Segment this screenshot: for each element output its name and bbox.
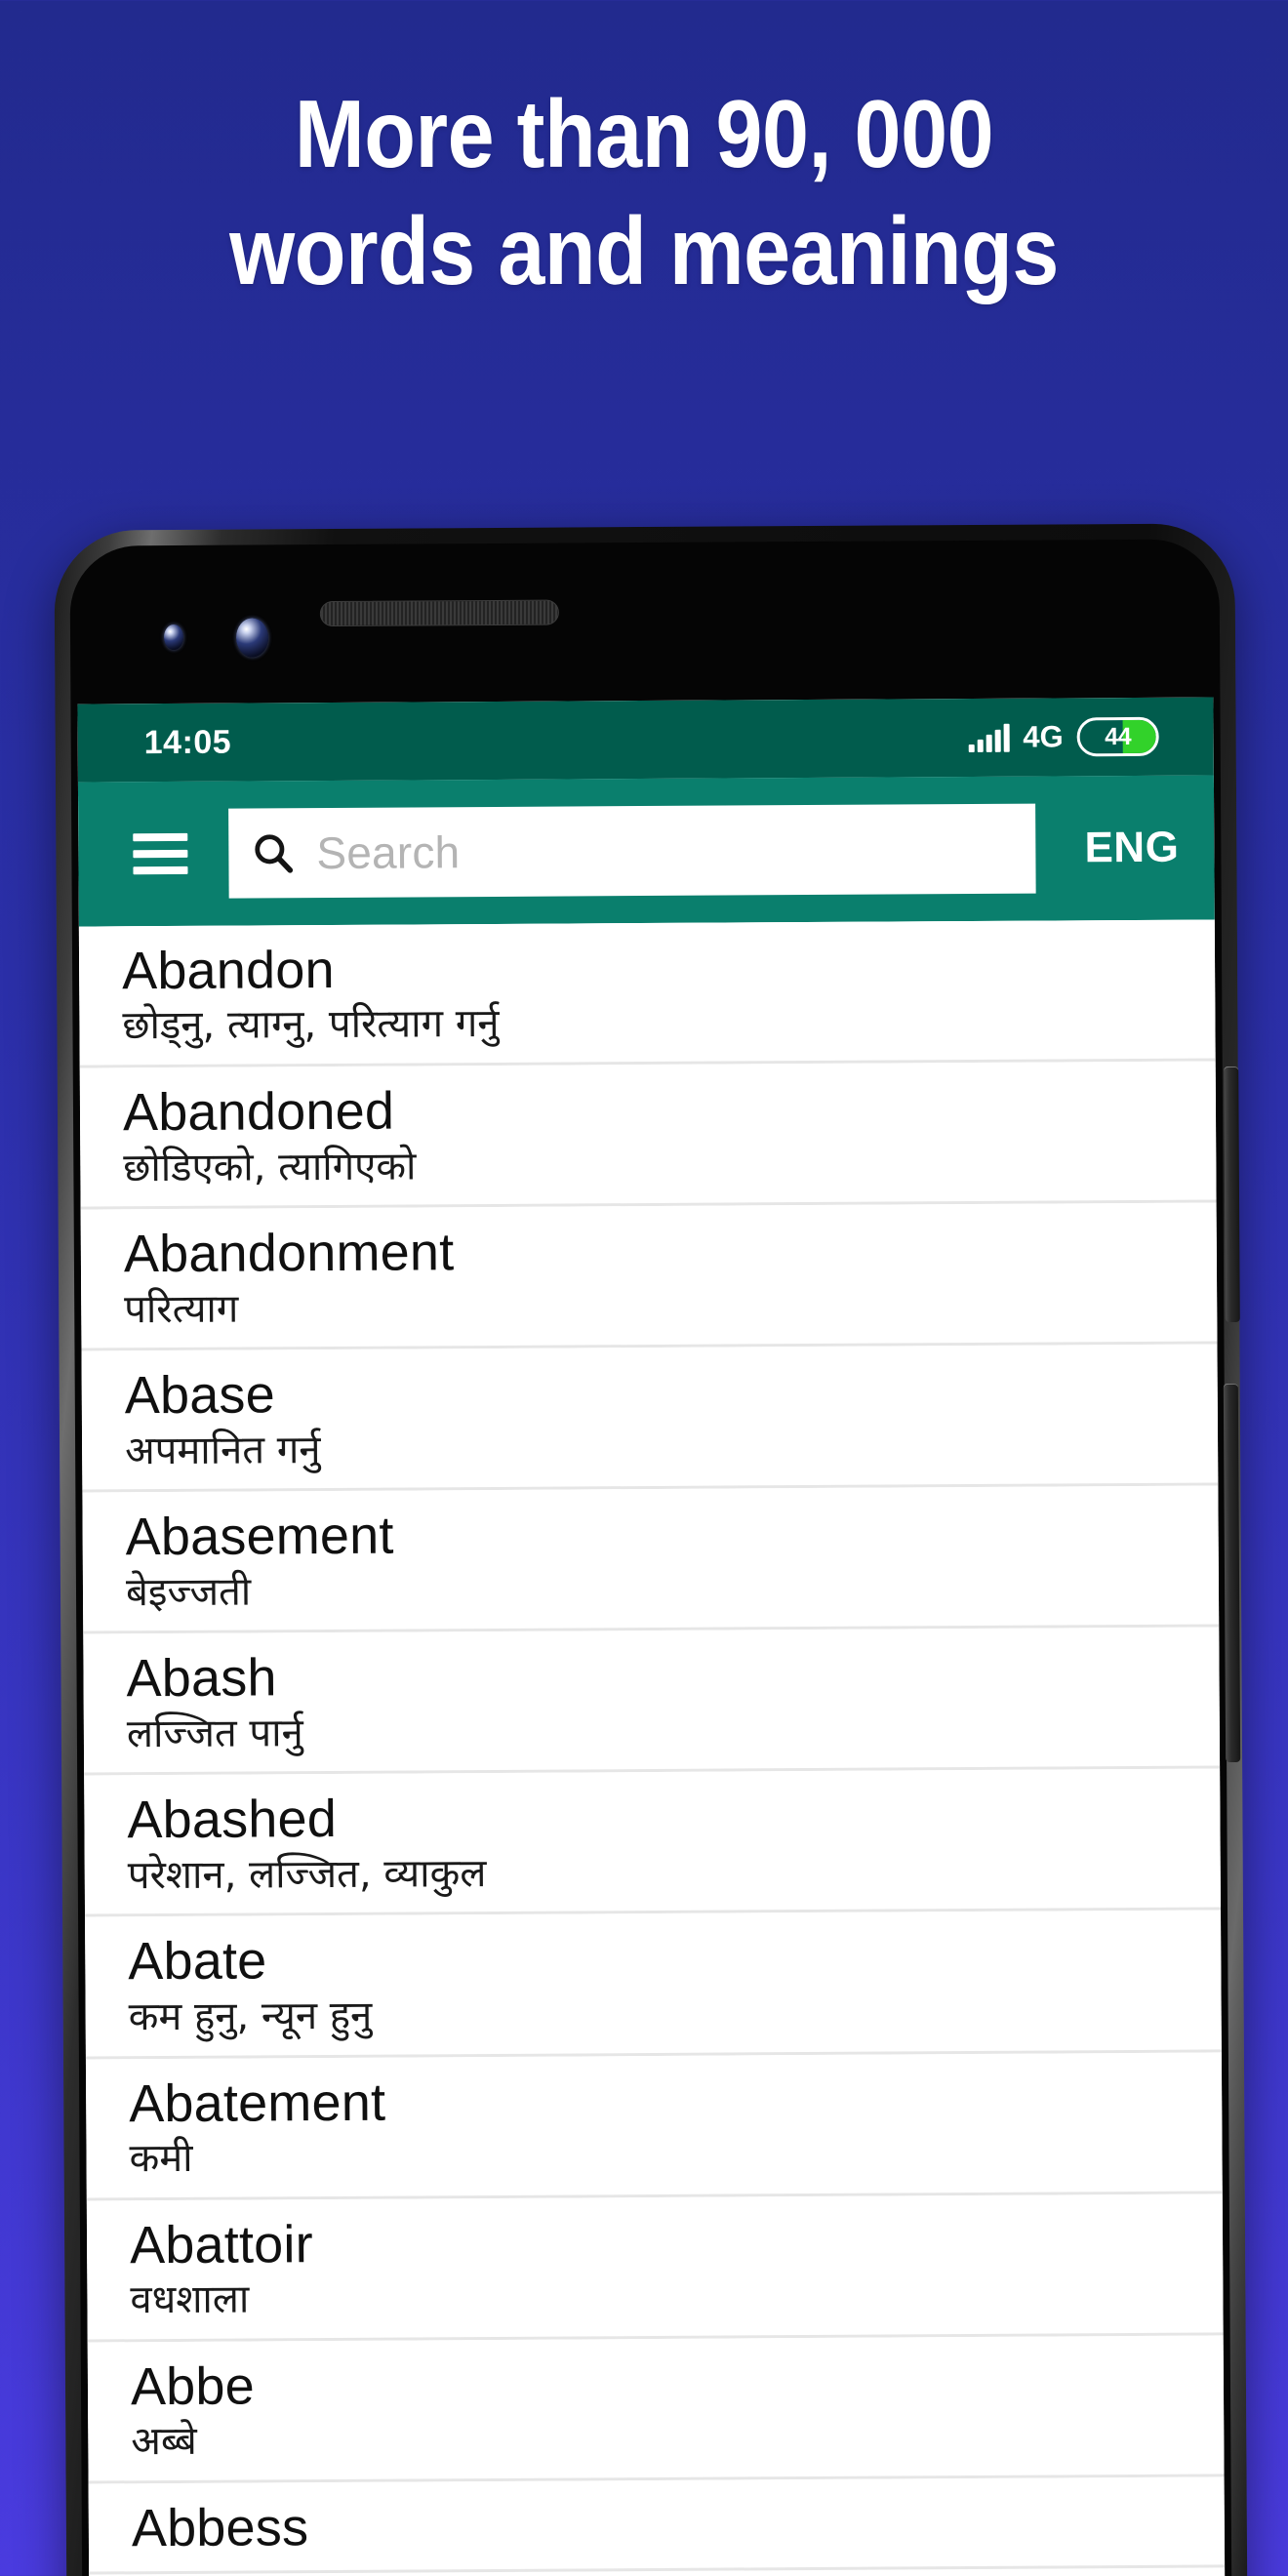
phone-screen: 14:05 4G 44 Search ENG Abandon छोड्नु, त… — [77, 697, 1226, 2576]
language-toggle-button[interactable]: ENG — [1084, 824, 1179, 873]
status-bar: 14:05 4G 44 — [77, 697, 1214, 783]
word-english: Abandoned — [122, 1081, 395, 1143]
word-nepali-meaning: अपमानित गर्नु — [124, 1427, 321, 1473]
promo-headline: More than 90, 000 words and meanings — [77, 76, 1211, 309]
status-clock: 14:05 — [143, 723, 232, 761]
status-indicators: 4G 44 — [968, 716, 1159, 757]
headline-line-2: words and meanings — [229, 196, 1059, 304]
word-list[interactable]: Abandon छोड्नु, त्याग्नु, परित्याग गर्नु A… — [78, 919, 1226, 2576]
phone-mockup: 14:05 4G 44 Search ENG Abandon छोड्नु, त… — [54, 523, 1248, 2576]
word-english: Abandonment — [123, 1223, 455, 1284]
battery-percent-label: 44 — [1105, 722, 1132, 750]
headline-line-1: More than 90, 000 — [294, 80, 994, 187]
earpiece-speaker-grille — [319, 599, 559, 627]
word-english: Abattoir — [129, 2214, 313, 2274]
volume-button[interactable] — [1223, 1383, 1241, 1763]
search-field[interactable]: Search — [228, 803, 1036, 899]
word-nepali-meaning: बेइज्जती — [125, 1569, 252, 1616]
word-list-item[interactable]: Abbe अब्बे — [87, 2335, 1225, 2484]
phone-bezel: 14:05 4G 44 Search ENG Abandon छोड्नु, त… — [69, 539, 1232, 2576]
word-english: Abate — [128, 1931, 267, 1992]
word-nepali-meaning: अब्बे — [131, 2418, 197, 2465]
front-camera-secondary-icon — [235, 618, 269, 658]
search-placeholder-text: Search — [316, 826, 461, 879]
power-button[interactable] — [1224, 1066, 1240, 1323]
word-english: Abbe — [130, 2356, 256, 2416]
word-list-item[interactable]: Abasement बेइज्जती — [82, 1485, 1220, 1634]
word-english: Abatement — [129, 2073, 386, 2133]
word-nepali-meaning: वधशाला — [130, 2276, 250, 2323]
word-english: Abash — [126, 1648, 277, 1709]
signal-strength-icon — [968, 723, 1010, 752]
word-list-item[interactable]: Abash लज्जित पार्नु — [83, 1627, 1221, 1776]
hamburger-menu-icon[interactable] — [133, 832, 188, 875]
word-list-item[interactable]: Abate कम हुनु, न्यून हुनु — [85, 1910, 1222, 2060]
search-icon — [255, 834, 294, 873]
word-nepali-meaning: छोड्नु, त्याग्नु, परित्याग गर्नु — [122, 1001, 500, 1049]
word-list-item[interactable]: Abandoned छोडिएको, त्यागिएको — [79, 1061, 1217, 1210]
word-list-item[interactable]: Abatement कमी — [85, 2051, 1223, 2201]
word-nepali-meaning: परित्याग — [124, 1286, 239, 1332]
word-list-item[interactable]: Abase अपमानित गर्नु — [81, 1344, 1219, 1493]
app-bar: Search ENG — [77, 775, 1215, 927]
word-list-item[interactable]: Abashed परेशान, लज्जित, व्याकुल — [84, 1768, 1222, 1917]
word-nepali-meaning: कमी — [129, 2135, 193, 2182]
word-english: Abbess — [131, 2497, 309, 2557]
word-nepali-meaning: लज्जित पार्नु — [126, 1710, 303, 1757]
word-english: Abasement — [125, 1506, 394, 1567]
word-english: Abashed — [127, 1790, 338, 1850]
network-type-label: 4G — [1023, 719, 1064, 754]
battery-icon: 44 — [1076, 716, 1159, 757]
word-list-item[interactable]: Abattoir वधशाला — [86, 2193, 1224, 2343]
word-list-item[interactable]: Abandonment परित्याग — [80, 1202, 1218, 1351]
word-nepali-meaning: कम हुनु, न्यून हुनु — [128, 1992, 373, 2040]
word-english: Abandon — [121, 940, 335, 1001]
word-nepali-meaning: परेशान, लज्जित, व्याकुल — [127, 1850, 487, 1899]
word-english: Abase — [124, 1365, 276, 1426]
word-nepali-meaning: छोडिएको, त्यागिएको — [123, 1143, 417, 1190]
word-list-item[interactable]: Abandon छोड्नु, त्याग्नु, परित्याग गर्नु — [78, 919, 1216, 1068]
word-list-item[interactable]: Abbess — [88, 2476, 1226, 2575]
front-camera-icon — [163, 624, 184, 651]
